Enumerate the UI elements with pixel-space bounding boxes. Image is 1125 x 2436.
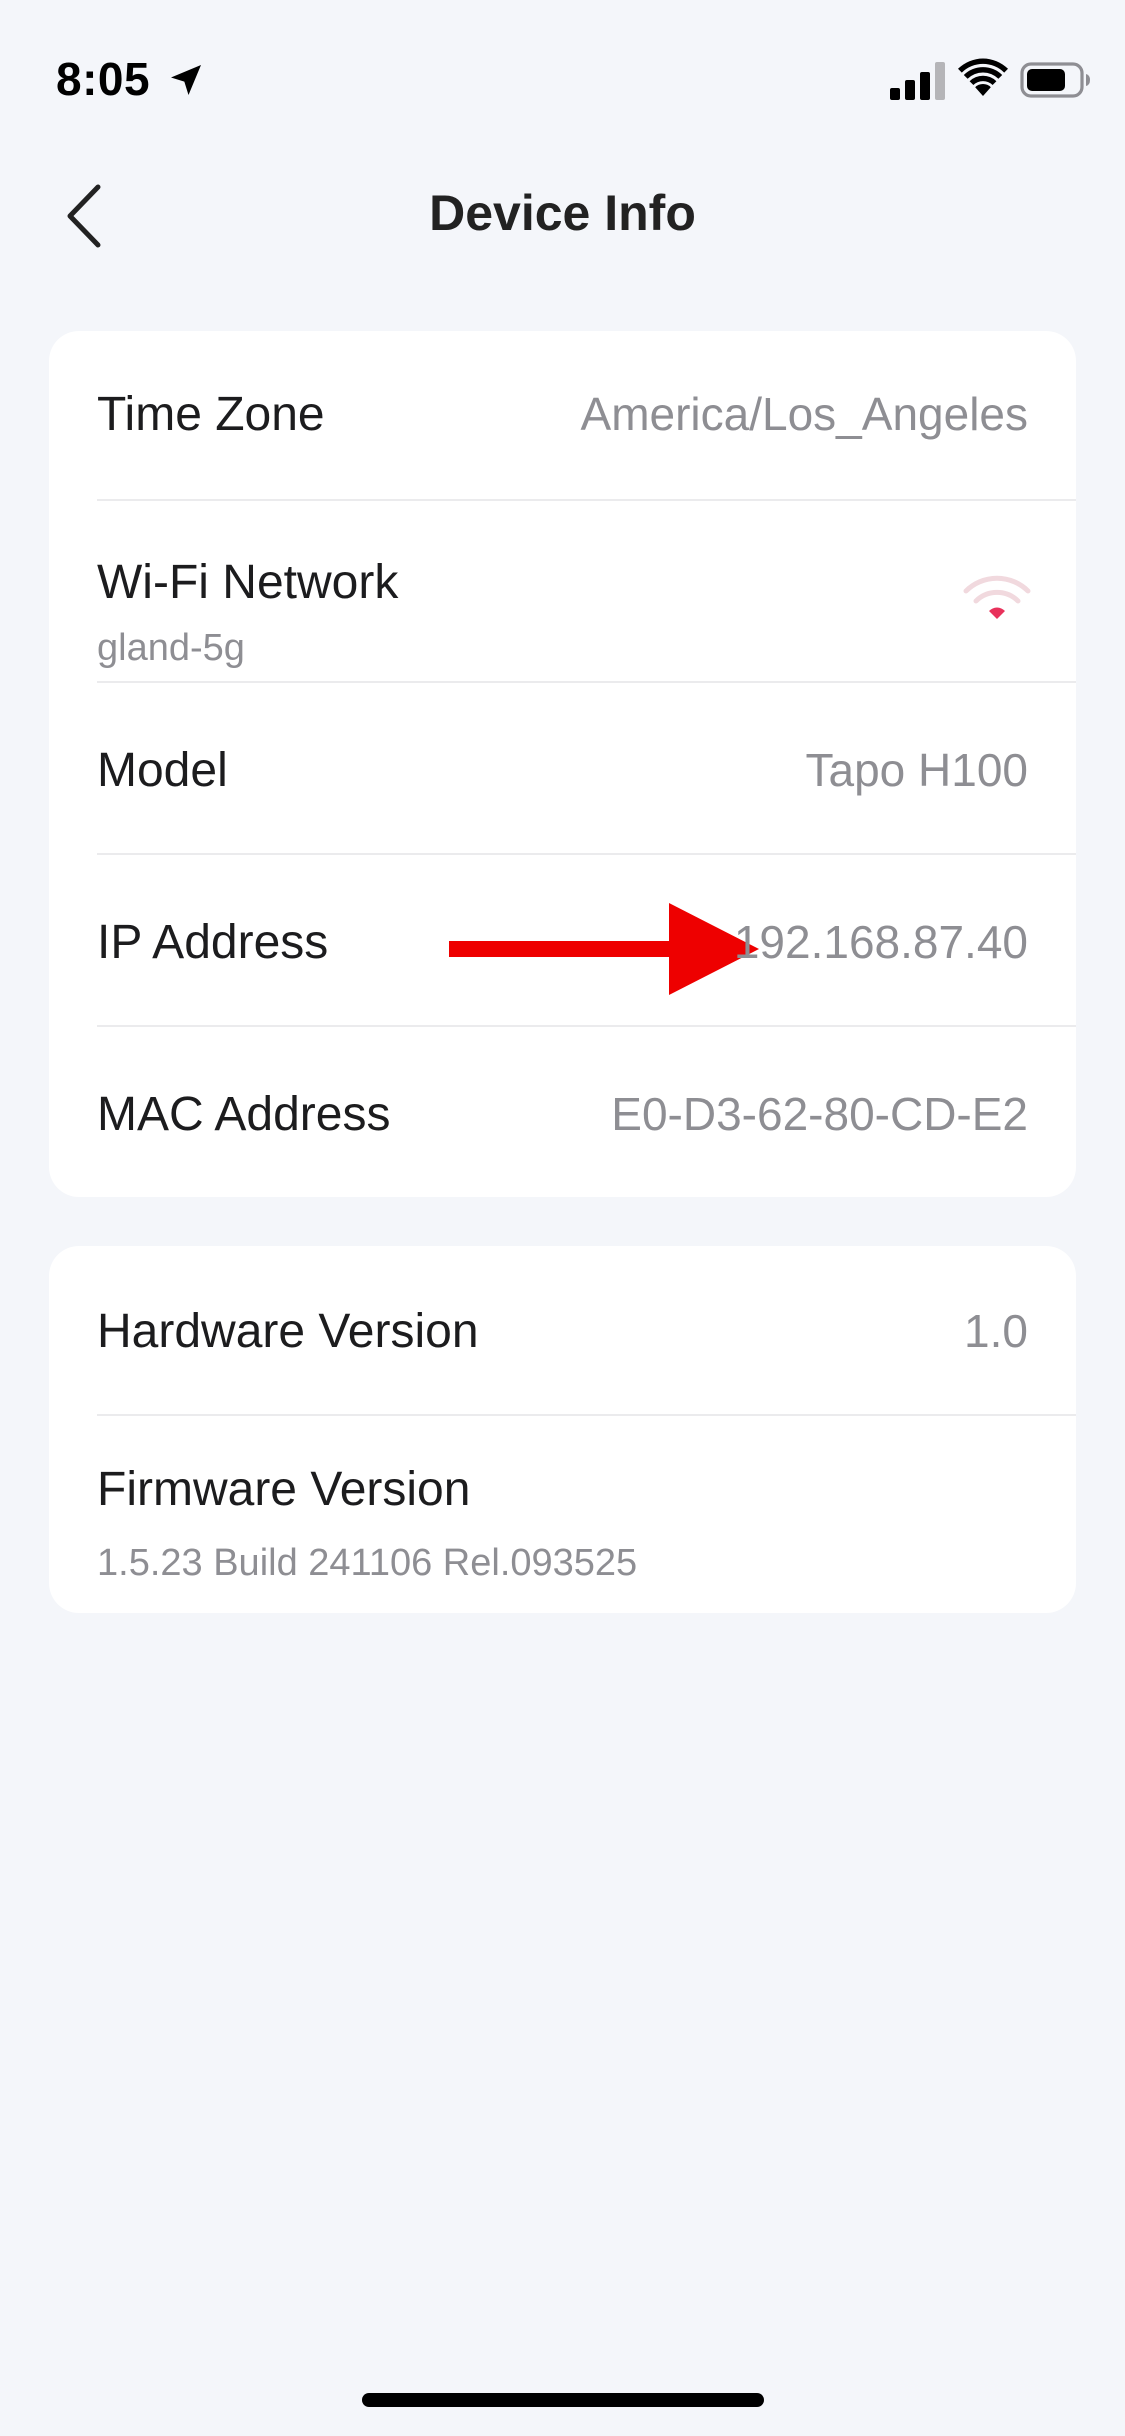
ip-address-value: 192.168.87.40 (733, 916, 1028, 968)
model-label: Model (97, 744, 228, 797)
page-title: Device Info (429, 185, 696, 241)
model-row: Model Tapo H100 (97, 683, 1076, 855)
home-indicator[interactable] (362, 2393, 764, 2407)
device-network-card: Time Zone America/Los_Angeles Wi-Fi Netw… (49, 331, 1076, 1197)
time-zone-value: America/Los_Angeles (580, 388, 1028, 440)
firmware-version-value: 1.5.23 Build 241106 Rel.093525 (97, 1542, 638, 1584)
nav-bar: Device Info (0, 150, 1125, 280)
version-card: Hardware Version 1.0 Firmware Version 1.… (49, 1246, 1076, 1613)
status-bar: 8:05 (0, 0, 1125, 150)
hardware-version-row: Hardware Version 1.0 (97, 1246, 1076, 1416)
location-arrow-icon (171, 65, 201, 95)
cellular-signal-icon (890, 62, 945, 100)
wifi-network-row: Wi-Fi Network gland-5g (97, 501, 1076, 683)
firmware-version-label: Firmware Version (97, 1463, 471, 1516)
mac-address-row: MAC Address E0-D3-62-80-CD-E2 (97, 1027, 1076, 1197)
wifi-signal-icon (963, 575, 1031, 619)
model-value: Tapo H100 (805, 744, 1029, 796)
wifi-network-name: gland-5g (97, 627, 245, 669)
wifi-network-label: Wi-Fi Network (97, 556, 399, 609)
time-zone-row: Time Zone America/Los_Angeles (97, 331, 1076, 501)
hardware-version-label: Hardware Version (97, 1305, 479, 1358)
mac-address-value: E0-D3-62-80-CD-E2 (611, 1088, 1028, 1140)
ip-address-label: IP Address (97, 916, 329, 969)
mac-address-label: MAC Address (97, 1088, 391, 1141)
battery-icon (1020, 62, 1090, 98)
firmware-version-row: Firmware Version 1.5.23 Build 241106 Rel… (97, 1416, 1076, 1613)
wifi-icon (958, 58, 1008, 96)
status-time: 8:05 (56, 53, 151, 105)
time-zone-label: Time Zone (97, 388, 325, 441)
ip-address-row: IP Address 192.168.87.40 (97, 855, 1076, 1027)
hardware-version-value: 1.0 (964, 1305, 1028, 1357)
